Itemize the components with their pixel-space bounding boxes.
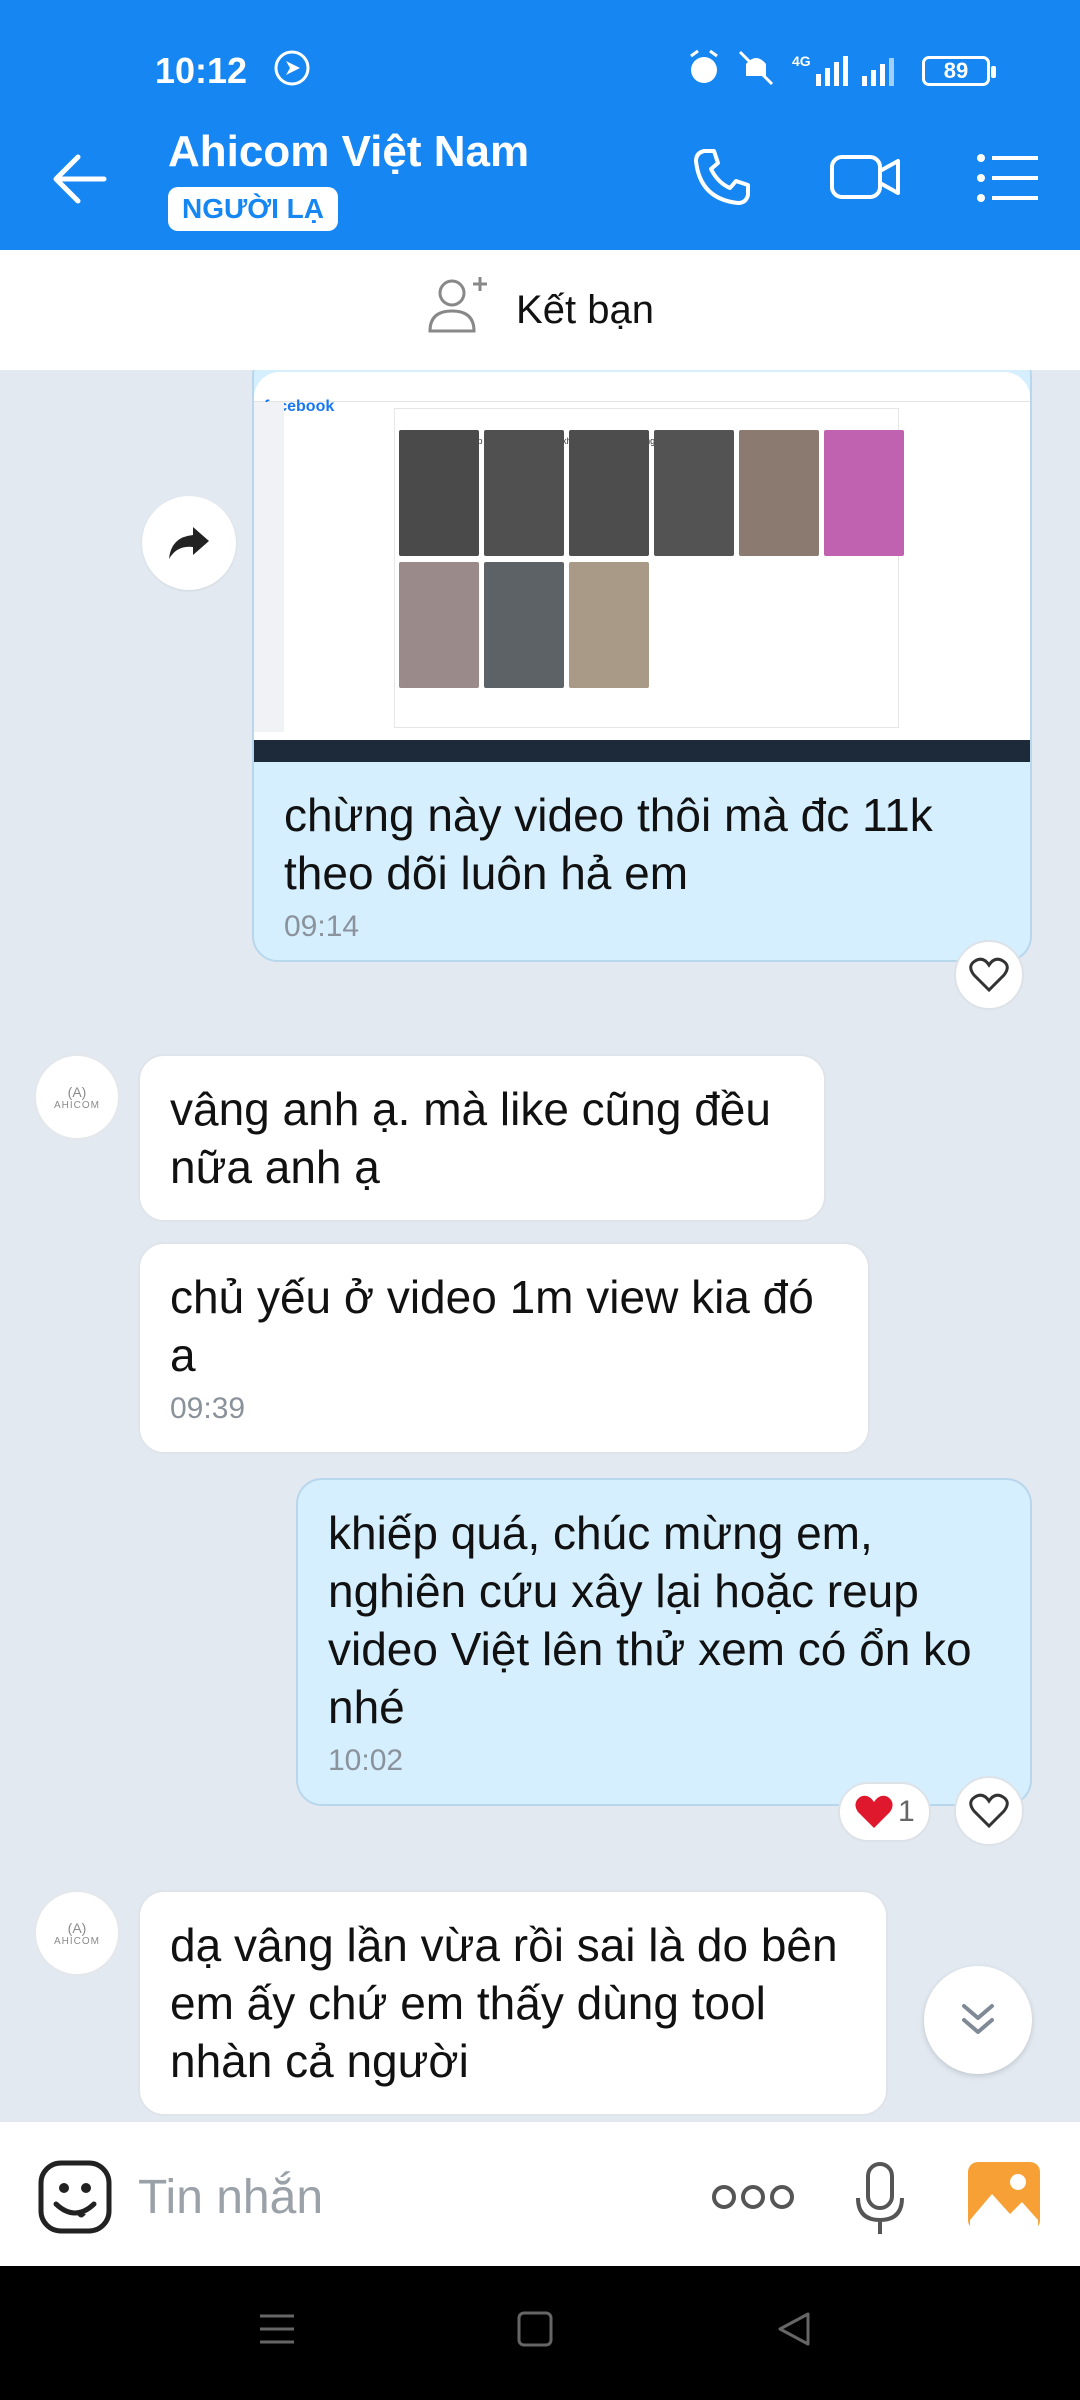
add-friend-bar[interactable]: Kết bạn bbox=[0, 250, 1080, 370]
battery-indicator: 89 bbox=[922, 56, 996, 86]
contact-name[interactable]: Ahicom Việt Nam bbox=[168, 127, 529, 177]
incoming-message[interactable]: chủ yếu ở video 1m view kia đó a 09:39 bbox=[138, 1242, 870, 1454]
message-input[interactable]: Tin nhắn bbox=[138, 2170, 323, 2225]
add-friend-icon bbox=[426, 273, 494, 347]
recents-menu-icon[interactable] bbox=[258, 2310, 296, 2353]
signal-icon bbox=[862, 56, 898, 91]
avatar[interactable]: (A) AHICOM bbox=[34, 1054, 120, 1140]
menu-list-icon[interactable] bbox=[976, 153, 1040, 208]
message-text: vâng anh ạ. mà like cũng đều nữa anh ạ bbox=[170, 1083, 771, 1193]
message-text: chừng này video thôi mà đc 11k theo dõi … bbox=[284, 789, 933, 899]
stranger-badge: NGƯỜI LẠ bbox=[168, 187, 338, 231]
red-heart-icon bbox=[855, 1795, 893, 1828]
scroll-to-bottom-button[interactable] bbox=[924, 1966, 1032, 2074]
add-friend-label: Kết bạn bbox=[516, 287, 654, 332]
signal-4g-icon: 4G bbox=[792, 52, 852, 91]
back-arrow-icon[interactable] bbox=[48, 151, 108, 212]
double-chevron-down-icon bbox=[962, 2004, 994, 2034]
gallery-image-icon[interactable] bbox=[966, 2160, 1042, 2237]
react-heart-button[interactable] bbox=[954, 940, 1024, 1010]
alarm-icon bbox=[686, 48, 722, 93]
mute-icon bbox=[734, 48, 778, 93]
message-text: khiếp quá, chúc mừng em, nghiên cứu xây … bbox=[328, 1507, 972, 1733]
message-list[interactable]: facebook Ahicom Shop - Dung dịch rửa xe … bbox=[0, 370, 1080, 2122]
phone-call-icon[interactable] bbox=[690, 145, 754, 214]
status-bar: 10:12 4G 89 bbox=[0, 0, 1080, 107]
back-triangle-icon[interactable] bbox=[774, 2310, 812, 2353]
more-options-icon[interactable] bbox=[712, 2182, 794, 2217]
emoji-sticker-icon[interactable] bbox=[38, 2160, 112, 2239]
message-time: 09:39 bbox=[170, 1392, 246, 1425]
avatar[interactable]: (A) AHICOM bbox=[34, 1890, 120, 1976]
chat-header: Ahicom Việt Nam NGƯỜI LẠ bbox=[0, 107, 1080, 250]
video-call-icon[interactable] bbox=[828, 145, 904, 214]
forward-share-button[interactable] bbox=[142, 496, 236, 590]
incoming-message[interactable]: dạ vâng lần vừa rồi sai là do bên em ấy … bbox=[138, 1890, 888, 2116]
message-text: chủ yếu ở video 1m view kia đó a bbox=[170, 1271, 814, 1381]
outgoing-message[interactable]: khiếp quá, chúc mừng em, nghiên cứu xây … bbox=[296, 1478, 1032, 1806]
message-time: 09:14 bbox=[284, 910, 360, 943]
incoming-message[interactable]: vâng anh ạ. mà like cũng đều nữa anh ạ bbox=[138, 1054, 826, 1222]
react-heart-button[interactable] bbox=[954, 1776, 1024, 1846]
reaction-count-badge[interactable]: 1 bbox=[838, 1782, 931, 1842]
home-square-icon[interactable] bbox=[516, 2310, 554, 2353]
microphone-icon[interactable] bbox=[852, 2160, 908, 2243]
svg-text:4G: 4G bbox=[792, 53, 811, 69]
outgoing-message-with-image[interactable]: facebook Ahicom Shop - Dung dịch rửa xe … bbox=[252, 370, 1032, 962]
message-time: 10:02 bbox=[328, 1744, 404, 1777]
reaction-count: 1 bbox=[898, 1795, 915, 1828]
attached-screenshot[interactable]: facebook Ahicom Shop - Dung dịch rửa xe … bbox=[254, 372, 1030, 762]
message-composer: Tin nhắn bbox=[0, 2122, 1080, 2266]
message-text: dạ vâng lần vừa rồi sai là do bên em ấy … bbox=[170, 1919, 838, 2087]
system-navigation-bar bbox=[0, 2266, 1080, 2400]
navigation-arrow-icon bbox=[272, 48, 312, 93]
status-time: 10:12 bbox=[155, 50, 248, 91]
